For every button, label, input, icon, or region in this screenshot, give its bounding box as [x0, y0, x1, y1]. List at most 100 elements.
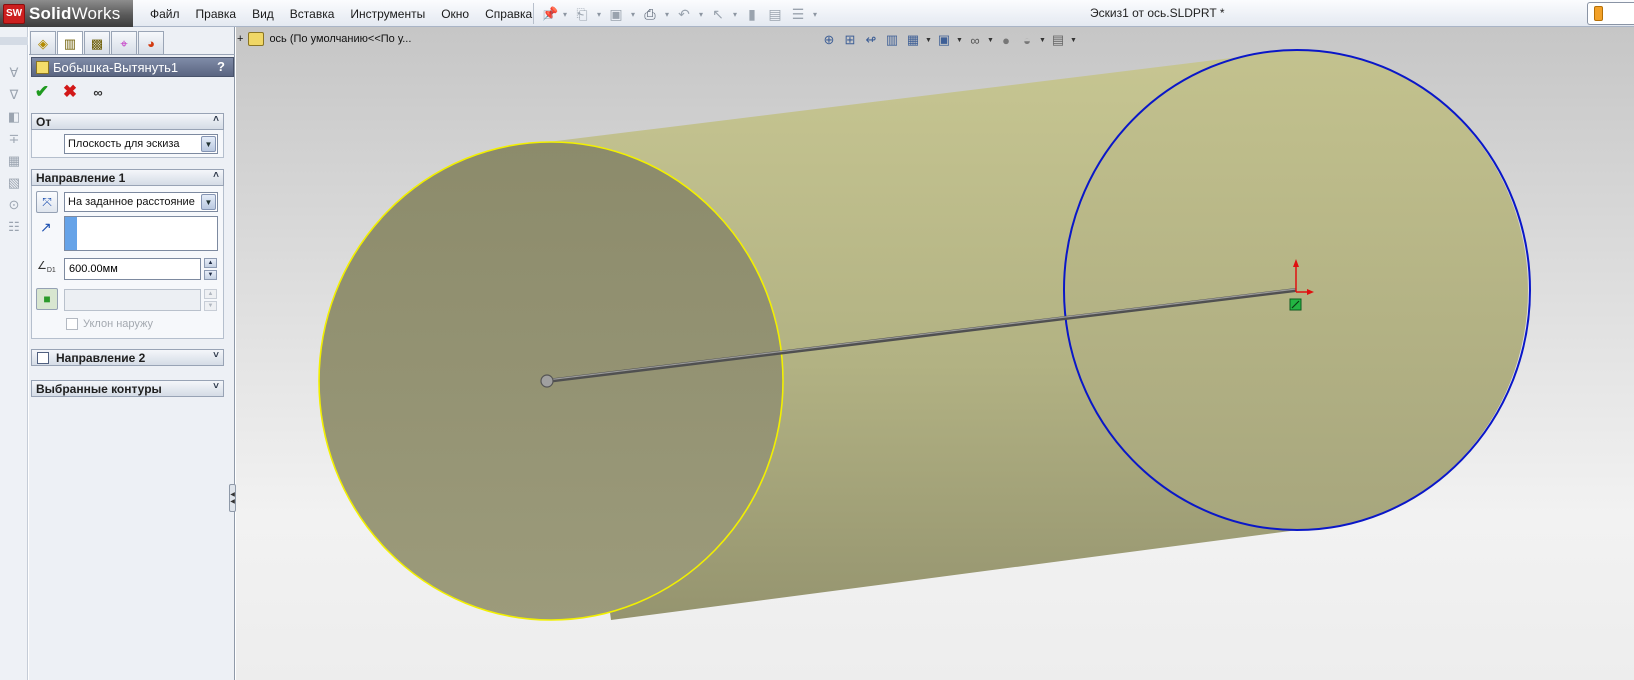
chevron-down-icon[interactable]: ▼	[201, 194, 216, 210]
sketch-tool-icon[interactable]: ∀	[6, 65, 22, 81]
expand-chevron-icon[interactable]: ˅	[213, 381, 219, 392]
menu-file[interactable]: Файл	[142, 7, 188, 21]
reverse-direction-icon: ⤧	[42, 194, 52, 209]
new-document-icon[interactable]: □	[538, 4, 558, 24]
selection-box-highlight	[65, 217, 77, 250]
menu-edit[interactable]: Правка	[188, 7, 245, 21]
depth-value: 600.00мм	[69, 263, 118, 275]
display-style-icon[interactable]: ▣	[935, 31, 953, 49]
panel-splitter-handle[interactable]: ◀◀	[229, 484, 236, 512]
far-end-face[interactable]	[1066, 50, 1528, 530]
undo-icon[interactable]: ↶	[674, 4, 694, 24]
solidworks-logo[interactable]: SW SolidWorks	[0, 0, 133, 27]
heads-up-view-toolbar: ⊕ ⊞ ↫ ▥ ▦ ▼ ▣ ▼ ∞ ▼ ● ◒ ▼ ▤ ▼	[820, 30, 1077, 50]
menu-help[interactable]: Справка	[477, 7, 540, 21]
view-orientation-dropdown-icon[interactable]: ▼	[925, 31, 932, 49]
from-group-header[interactable]: От ˄	[31, 113, 224, 130]
property-manager-icon: ▥	[63, 35, 77, 51]
graphics-viewport[interactable]: + ось (По умолчанию<<По у... ⊕ ⊞ ↫ ▥ ▦ ▼…	[236, 27, 1634, 680]
tab-feature-manager[interactable]: ◈	[30, 31, 56, 55]
draft-angle-input	[64, 289, 201, 311]
mirror-icon[interactable]: ▦	[6, 153, 22, 169]
help-button[interactable]: ?	[217, 59, 225, 74]
spin-down-icon[interactable]: ▼	[204, 270, 217, 280]
undo-dropdown-icon[interactable]: ▾	[697, 10, 705, 19]
zoom-to-fit-icon[interactable]: ⊕	[820, 31, 838, 49]
spin-up-icon[interactable]: ▲	[204, 258, 217, 268]
direction2-group-header[interactable]: Направление 2 ˅	[31, 349, 224, 366]
save-icon[interactable]: ▣	[606, 4, 626, 24]
feature-tree-flyout[interactable]: + ось (По умолчанию<<По у...	[236, 30, 411, 48]
file-properties-icon[interactable]: ▤	[765, 4, 785, 24]
selected-contours-label: Выбранные контуры	[36, 381, 162, 396]
trim-icon[interactable]: ∓	[6, 131, 22, 147]
ok-button[interactable]: ✔	[33, 82, 51, 101]
axis-start-point[interactable]	[540, 374, 554, 388]
open-dropdown-icon[interactable]: ▾	[595, 10, 603, 19]
from-group-label: От	[36, 114, 52, 129]
direction1-group-header[interactable]: Направление 1 ˄	[31, 169, 224, 186]
cross-icon: ✖	[62, 82, 78, 101]
zoom-to-area-icon[interactable]: ⊞	[841, 31, 859, 49]
feature-title-bar: Бобышка-Вытянуть1 ?	[31, 57, 234, 77]
menu-window[interactable]: Окно	[433, 7, 477, 21]
direction2-checkbox[interactable]	[37, 351, 49, 364]
hide-show-items-icon[interactable]: ∞	[966, 31, 984, 49]
display-style-dropdown-icon[interactable]: ▼	[956, 31, 963, 49]
menu-view[interactable]: Вид	[244, 7, 282, 21]
sketch-entity-icon[interactable]: ◧	[6, 109, 22, 125]
view-settings-dropdown-icon[interactable]: ▼	[1070, 31, 1077, 49]
new-dropdown-icon[interactable]: ▾	[561, 10, 569, 19]
model-scene[interactable]	[236, 27, 1634, 680]
smart-dimension-icon[interactable]: ∇	[6, 87, 22, 103]
depth-input[interactable]: 600.00мм	[64, 258, 201, 280]
view-orientation-icon[interactable]: ▦	[904, 31, 922, 49]
rebuild-icon[interactable]: ▮	[742, 4, 762, 24]
apply-scene-dropdown-icon[interactable]: ▼	[1039, 31, 1046, 49]
expand-icon[interactable]: +	[237, 33, 243, 45]
tab-dimxpert-manager[interactable]: ⌖	[111, 31, 137, 55]
previous-view-icon[interactable]: ↫	[862, 31, 880, 49]
collapse-chevron-icon[interactable]: ˄	[213, 114, 219, 125]
view-settings-icon[interactable]: ▤	[1049, 31, 1067, 49]
pattern-icon[interactable]: ▧	[6, 175, 22, 191]
options-dropdown-icon[interactable]: ▾	[811, 10, 819, 19]
cancel-button[interactable]: ✖	[61, 82, 79, 101]
save-dropdown-icon[interactable]: ▾	[629, 10, 637, 19]
direction-selection-box[interactable]	[64, 216, 218, 251]
tab-property-manager[interactable]: ▥	[57, 31, 83, 55]
search-field[interactable]	[1587, 2, 1634, 25]
selected-contours-group-header[interactable]: Выбранные контуры ˅	[31, 380, 224, 397]
part-breadcrumb[interactable]: ось (По умолчанию<<По у...	[269, 33, 411, 45]
print-icon[interactable]: ⎙	[640, 4, 660, 24]
edit-appearance-icon[interactable]: ●	[997, 31, 1015, 49]
select-cursor-icon[interactable]: ↖	[708, 4, 728, 24]
section-view-icon[interactable]: ▥	[883, 31, 901, 49]
depth-spinner[interactable]: ▲ ▼	[204, 258, 217, 280]
end-condition-value: На заданное расстояние	[68, 196, 195, 208]
select-dropdown-icon[interactable]: ▾	[731, 10, 739, 19]
command-manager-strip: ∀ ∇ ◧ ∓ ▦ ▧ ⊙ ☷	[0, 27, 28, 680]
property-manager-panel: ◈ ▥ ▩ ⌖ ◕ Бобышка-Вытянуть1 ? ✔ ✖ ∞ От ˄…	[29, 27, 235, 680]
tab-configuration-manager[interactable]: ▩	[84, 31, 110, 55]
print-dropdown-icon[interactable]: ▾	[663, 10, 671, 19]
end-condition-select[interactable]: На заданное расстояние ▼	[64, 192, 218, 212]
collapse-chevron-icon[interactable]: ˄	[213, 170, 219, 181]
open-folder-icon[interactable]: ⎗	[572, 4, 592, 24]
options-icon[interactable]: ☰	[788, 4, 808, 24]
tab-display-manager[interactable]: ◕	[138, 31, 164, 55]
menu-tools[interactable]: Инструменты	[342, 7, 433, 21]
start-condition-select[interactable]: Плоскость для эскиза ▼	[64, 134, 218, 154]
reverse-direction-button[interactable]: ⤧	[36, 191, 58, 213]
draft-toggle-button[interactable]: ■	[36, 288, 58, 310]
relations-icon[interactable]: ⊙	[6, 197, 22, 213]
menu-insert[interactable]: Вставка	[282, 7, 343, 21]
detailed-preview-button[interactable]: ∞	[89, 83, 107, 101]
hide-show-dropdown-icon[interactable]: ▼	[987, 31, 994, 49]
strip-handle[interactable]	[0, 37, 28, 45]
direction1-group-body: ⤧ На заданное расстояние ▼ ↗ ∠D1 600.00м…	[31, 186, 224, 339]
chevron-down-icon[interactable]: ▼	[201, 136, 216, 152]
repair-sketch-icon[interactable]: ☷	[6, 219, 22, 235]
expand-chevron-icon[interactable]: ˅	[213, 350, 219, 361]
apply-scene-icon[interactable]: ◒	[1018, 31, 1036, 49]
